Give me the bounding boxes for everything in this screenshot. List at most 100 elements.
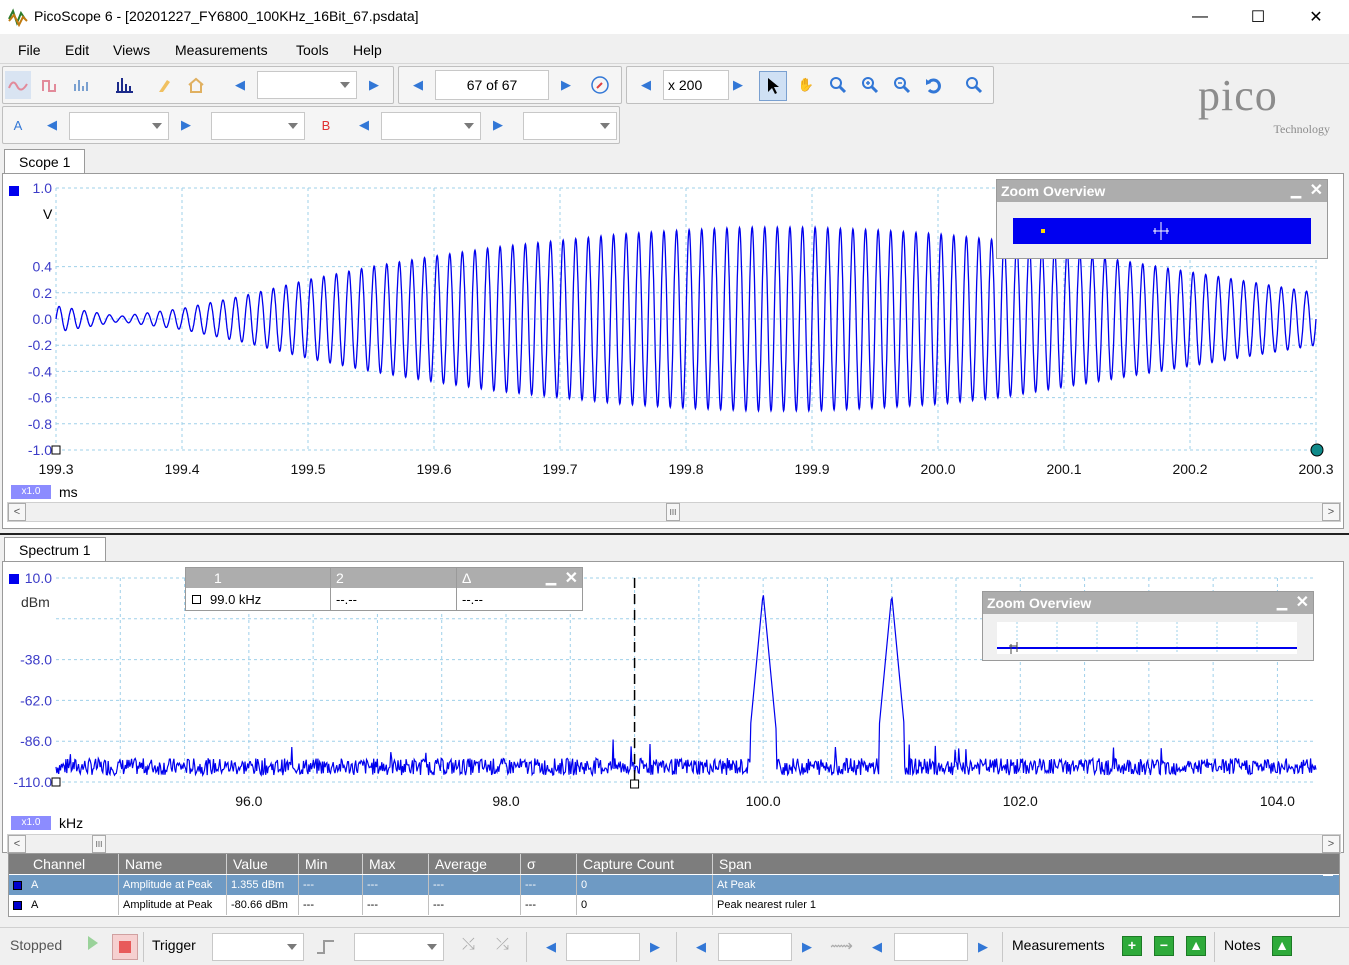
trigger-edge-rising-icon[interactable]: ⤯ bbox=[462, 936, 475, 954]
zoom-in-step-button[interactable]: ▶ bbox=[725, 71, 751, 99]
channel-a-button[interactable]: A bbox=[5, 111, 31, 139]
ruler-minimize-icon[interactable]: ▁ bbox=[546, 570, 556, 586]
delay-up[interactable]: ▶ bbox=[970, 933, 996, 961]
col-sigma[interactable]: σ bbox=[521, 854, 577, 874]
zoom-out-icon[interactable] bbox=[889, 71, 915, 99]
delay-down[interactable]: ◀ bbox=[864, 933, 890, 961]
table-minimize-icon[interactable] bbox=[1323, 874, 1333, 876]
buffer-overview-icon[interactable] bbox=[587, 71, 613, 99]
zoom-factor[interactable]: x 200 bbox=[663, 70, 729, 100]
notes-toggle-button[interactable]: ▲ bbox=[1272, 936, 1292, 956]
spectrum-close-overview-icon[interactable]: ✕ bbox=[1296, 592, 1309, 612]
trigger-mode-select[interactable] bbox=[212, 933, 304, 961]
trigger-type-icon[interactable] bbox=[314, 935, 338, 959]
add-measurement-button[interactable]: + bbox=[1122, 936, 1142, 956]
pointer-tool-icon[interactable] bbox=[759, 71, 787, 101]
scroll-left-icon[interactable]: < bbox=[8, 503, 26, 521]
table-row[interactable]: A Amplitude at Peak 1.355 dBm --- --- --… bbox=[9, 875, 1339, 895]
channel-a-range-up[interactable]: ▶ bbox=[173, 111, 199, 139]
col-min[interactable]: Min bbox=[299, 854, 363, 874]
spectrum-zoom-overview[interactable]: Zoom Overview ▁ ✕ bbox=[982, 591, 1314, 661]
menu-views[interactable]: Views bbox=[113, 42, 150, 58]
scroll-right-icon[interactable]: > bbox=[1322, 503, 1340, 521]
zoom-in-icon[interactable] bbox=[857, 71, 883, 99]
persistence-mode-icon[interactable] bbox=[37, 71, 63, 99]
trigger-edge-falling-icon[interactable]: ⤰ bbox=[496, 936, 509, 954]
ruler-legend[interactable]: 1 2 Δ ▁ ✕ 99.0 kHz --.-- --.-- bbox=[185, 567, 583, 611]
ruler-handle-icon[interactable] bbox=[630, 779, 640, 789]
scroll-thumb[interactable]: III bbox=[666, 503, 680, 521]
menu-edit[interactable]: Edit bbox=[65, 42, 89, 58]
prev-buffer-button[interactable]: ◀ bbox=[405, 71, 431, 99]
spectrum-mode-icon[interactable] bbox=[69, 71, 95, 99]
maximize-button[interactable]: ☐ bbox=[1229, 0, 1287, 34]
prev-timebase-button[interactable]: ◀ bbox=[227, 71, 253, 99]
delay-field[interactable] bbox=[894, 933, 968, 961]
stop-button[interactable] bbox=[112, 934, 138, 960]
trigger-level-down[interactable]: ◀ bbox=[538, 933, 564, 961]
col-channel[interactable]: Channel bbox=[27, 854, 119, 874]
channel-b-range-down[interactable]: ◀ bbox=[351, 111, 377, 139]
next-timebase-button[interactable]: ▶ bbox=[361, 71, 387, 99]
tab-spectrum-1[interactable]: Spectrum 1 bbox=[4, 537, 106, 562]
channel-a-range-select[interactable] bbox=[69, 112, 169, 140]
edit-measurement-button[interactable]: ▲ bbox=[1186, 936, 1206, 956]
buffer-navigator[interactable]: 67 of 67 bbox=[435, 70, 549, 100]
pretrigger-field[interactable] bbox=[718, 933, 792, 961]
channel-b-range-select[interactable] bbox=[381, 112, 481, 140]
menu-tools[interactable]: Tools bbox=[296, 42, 329, 58]
channel-b-button[interactable]: B bbox=[313, 111, 339, 139]
minimize-button[interactable]: — bbox=[1171, 0, 1229, 34]
scope-mode-icon[interactable] bbox=[5, 71, 31, 99]
ruler-start-marker-icon[interactable] bbox=[51, 445, 61, 455]
overview-window-marker[interactable] bbox=[1151, 220, 1171, 242]
minimize-overview-icon[interactable]: ▁ bbox=[1291, 183, 1301, 199]
hand-tool-icon[interactable]: ✋ bbox=[793, 71, 819, 99]
advanced-trigger-icon[interactable]: ⟿ bbox=[830, 936, 853, 956]
spectrum-horizontal-scrollbar[interactable]: < III > bbox=[7, 834, 1341, 854]
home-icon[interactable] bbox=[183, 71, 209, 99]
zoom-out-step-button[interactable]: ◀ bbox=[633, 71, 659, 99]
close-overview-icon[interactable]: ✕ bbox=[1310, 180, 1323, 200]
spectrum-scroll-thumb[interactable]: III bbox=[92, 835, 106, 853]
col-span[interactable]: Span bbox=[713, 854, 1339, 874]
trigger-level-field[interactable] bbox=[566, 933, 640, 961]
spectrum-view-icon[interactable] bbox=[111, 71, 137, 99]
next-buffer-button[interactable]: ▶ bbox=[553, 71, 579, 99]
trigger-source-select[interactable] bbox=[354, 933, 444, 961]
spectrum-minimize-overview-icon[interactable]: ▁ bbox=[1277, 595, 1287, 611]
spectrum-start-marker-icon[interactable] bbox=[51, 777, 61, 787]
scope-zoom-overview[interactable]: Zoom Overview ▁ ✕ bbox=[996, 179, 1328, 259]
menu-measurements[interactable]: Measurements bbox=[175, 42, 268, 58]
zoom-tool-icon[interactable] bbox=[825, 71, 851, 99]
col-max[interactable]: Max bbox=[363, 854, 429, 874]
spectrum-scroll-left-icon[interactable]: < bbox=[8, 835, 26, 853]
col-value[interactable]: Value bbox=[227, 854, 299, 874]
channel-a-coupling-select[interactable] bbox=[211, 112, 305, 140]
col-average[interactable]: Average bbox=[429, 854, 521, 874]
zoom-to-fit-icon[interactable] bbox=[961, 71, 987, 99]
col-capture-count[interactable]: Capture Count bbox=[577, 854, 713, 874]
channel-a-range-down[interactable]: ◀ bbox=[39, 111, 65, 139]
channel-b-coupling-select[interactable] bbox=[523, 112, 617, 140]
close-button[interactable]: ✕ bbox=[1287, 0, 1345, 34]
undo-zoom-icon[interactable] bbox=[921, 71, 947, 99]
menu-file[interactable]: File bbox=[18, 42, 41, 58]
timebase-select[interactable] bbox=[257, 71, 357, 99]
probe-icon[interactable] bbox=[151, 71, 177, 99]
menu-help[interactable]: Help bbox=[353, 42, 382, 58]
col-name[interactable]: Name bbox=[119, 854, 227, 874]
start-icon[interactable] bbox=[88, 936, 98, 950]
pretrigger-down[interactable]: ◀ bbox=[688, 933, 714, 961]
measurements-table[interactable]: Channel Name Value Min Max Average σ Cap… bbox=[8, 853, 1340, 917]
trigger-level-up[interactable]: ▶ bbox=[642, 933, 668, 961]
scope-horizontal-scrollbar[interactable]: < III > bbox=[7, 502, 1341, 522]
table-row[interactable]: A Amplitude at Peak -80.66 dBm --- --- -… bbox=[9, 895, 1339, 915]
pretrigger-up[interactable]: ▶ bbox=[794, 933, 820, 961]
channel-b-range-up[interactable]: ▶ bbox=[485, 111, 511, 139]
tab-scope-1[interactable]: Scope 1 bbox=[4, 149, 86, 174]
trigger-marker-icon[interactable] bbox=[1310, 443, 1324, 457]
spectrum-scroll-right-icon[interactable]: > bbox=[1322, 835, 1340, 853]
ruler-close-icon[interactable]: ✕ bbox=[565, 568, 578, 588]
delete-measurement-button[interactable]: − bbox=[1154, 936, 1174, 956]
